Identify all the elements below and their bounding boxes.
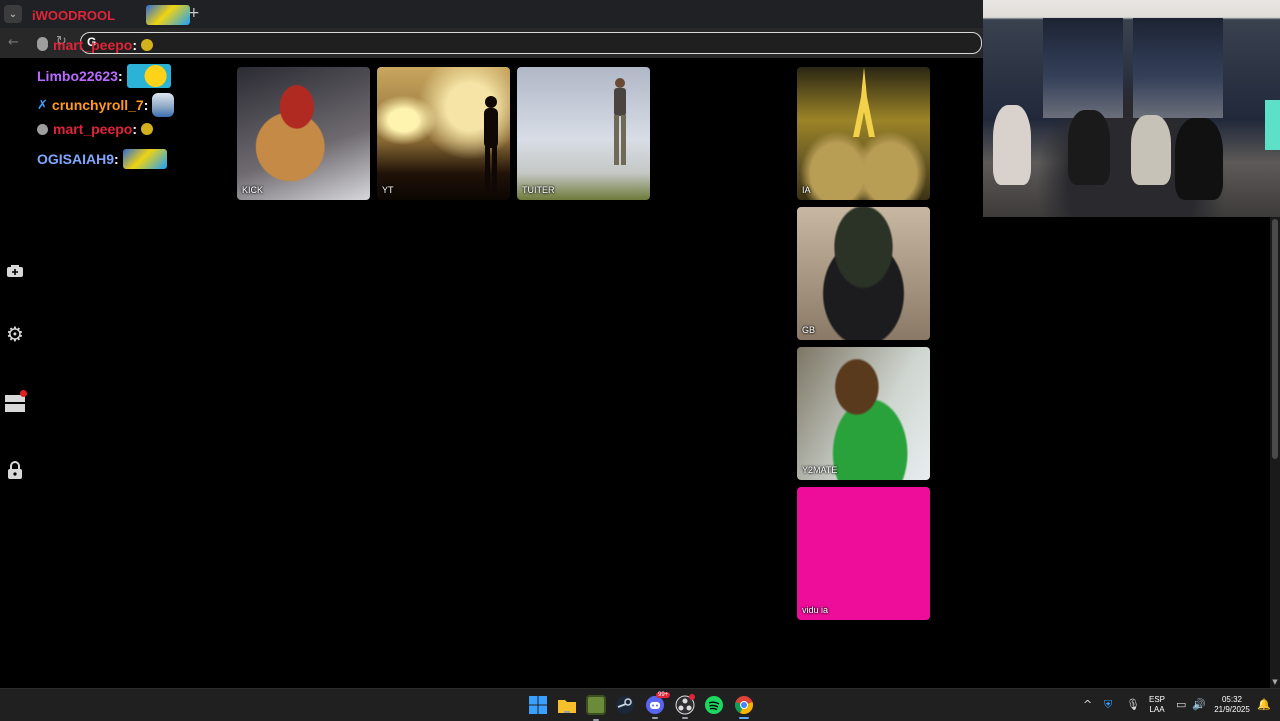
- app-running-indicator: [652, 717, 658, 719]
- chat-emote-icon: [141, 39, 154, 51]
- tab-title: iWOODROOL: [32, 8, 116, 23]
- keyboard-layout: LAA: [1149, 705, 1165, 714]
- chevron-up-icon[interactable]: ^: [1083, 698, 1092, 711]
- scrollbar-thumb[interactable]: [1272, 219, 1278, 459]
- minecraft-icon[interactable]: [586, 695, 606, 721]
- chat-username[interactable]: OGISAIAH9: [37, 151, 114, 167]
- chat-emote-icon: [122, 149, 167, 169]
- webcam-window-view: [1043, 18, 1123, 118]
- chat-username[interactable]: crunchyroll_7: [52, 97, 144, 113]
- app-running-indicator: [739, 717, 749, 719]
- webcam-monitor: [1265, 100, 1280, 150]
- user-badge-icon: [37, 39, 48, 51]
- webcam-person: [1131, 115, 1171, 185]
- user-badge-icon: [37, 123, 48, 135]
- address-bar[interactable]: G: [80, 32, 982, 54]
- chat-message: mart_peepo:: [37, 121, 154, 137]
- chat-emote-icon: [126, 64, 171, 88]
- chat-separator: :: [132, 37, 138, 53]
- microphone-icon[interactable]: 🎙: [1126, 698, 1140, 711]
- webcam-person: [1175, 118, 1223, 200]
- browser-tab-bar: ⌄ iWOODROOL +: [0, 0, 983, 28]
- chrome-icon[interactable]: [734, 695, 754, 719]
- tile-label: IA: [802, 185, 811, 195]
- clock-time: 05:32: [1221, 695, 1243, 704]
- windows-taskbar: 99+ ^ ⛨ 🎙 ESP LAA ▭ 🔊 05:32 21/9/2025 🔔: [0, 688, 1280, 721]
- tile-kick[interactable]: KICK: [237, 67, 370, 200]
- webcam-person: [993, 105, 1031, 185]
- obs-recording-dot: [689, 694, 695, 700]
- language-code: ESP: [1148, 695, 1165, 704]
- chat-separator: :: [114, 151, 119, 167]
- chat-username[interactable]: mart_peepo: [53, 121, 132, 137]
- webcam-person: [1068, 110, 1110, 185]
- chat-username[interactable]: Limbo22623: [37, 68, 118, 84]
- active-tab[interactable]: iWOODROOL: [28, 4, 190, 26]
- volume-icon[interactable]: 🔊: [1192, 698, 1206, 711]
- app-running-indicator: [682, 717, 688, 719]
- scroll-down-arrow-icon[interactable]: ▼: [1270, 678, 1280, 688]
- language-indicator[interactable]: ESP LAA: [1146, 695, 1168, 715]
- discord-notification-badge: 99+: [656, 692, 671, 698]
- chat-message: mart_peepo:: [37, 37, 154, 53]
- chat-emote-icon: [141, 123, 154, 135]
- tile-tuiter[interactable]: TUITER: [517, 67, 650, 200]
- chat-separator: :: [117, 68, 123, 84]
- gear-icon[interactable]: ⚙: [5, 322, 25, 346]
- tile-label: KICK: [242, 185, 264, 195]
- new-tab-button[interactable]: +: [188, 5, 200, 21]
- chat-separator: :: [143, 97, 149, 113]
- tile-label: TUITER: [522, 185, 555, 195]
- chat-emote-icon: [152, 93, 175, 117]
- security-shield-icon[interactable]: ⛨: [1104, 698, 1112, 712]
- tile-label: GB: [802, 325, 816, 335]
- tile-label: YT: [382, 185, 394, 195]
- tile-yt[interactable]: YT: [377, 67, 510, 200]
- app-running-indicator: [564, 711, 570, 713]
- chat-message: ✗ crunchyroll_7:: [37, 93, 175, 117]
- back-arrow-icon[interactable]: ←: [8, 35, 19, 50]
- obs-icon[interactable]: [675, 694, 695, 719]
- webcam-window-view: [1133, 18, 1223, 118]
- notification-bell-icon[interactable]: 🔔: [1257, 698, 1271, 711]
- spotify-icon[interactable]: [704, 695, 724, 715]
- tab-emote-icon: [146, 5, 190, 25]
- file-explorer-icon[interactable]: [557, 695, 577, 715]
- tile-label: vidu ia: [802, 605, 829, 615]
- layers-icon[interactable]: [5, 390, 27, 412]
- clock[interactable]: 05:32 21/9/2025: [1208, 695, 1256, 715]
- network-icon[interactable]: ▭: [1176, 698, 1186, 711]
- tab-search-button[interactable]: ⌄: [4, 5, 22, 23]
- sword-badge-icon: ✗: [37, 97, 48, 113]
- lock-icon[interactable]: [5, 460, 25, 480]
- tile-y2mate[interactable]: Y2MATE: [797, 347, 930, 480]
- webcam-feed: [983, 0, 1280, 217]
- chat-message: Limbo22623:: [37, 64, 171, 88]
- tile-ia[interactable]: IA: [797, 67, 930, 200]
- clock-date: 21/9/2025: [1214, 705, 1250, 714]
- discord-icon[interactable]: 99+: [645, 692, 671, 719]
- camera-icon[interactable]: [5, 261, 25, 281]
- steam-icon[interactable]: [615, 695, 635, 715]
- chat-message: OGISAIAH9:: [37, 149, 167, 169]
- notification-dot: [20, 390, 27, 397]
- tile-label: Y2MATE: [802, 465, 838, 475]
- windows-start-icon[interactable]: [528, 695, 548, 715]
- chat-username[interactable]: mart_peepo: [53, 37, 132, 53]
- page-scrollbar[interactable]: [1270, 217, 1280, 688]
- chat-separator: :: [132, 121, 138, 137]
- address-input[interactable]: [103, 34, 967, 53]
- tile-gb[interactable]: GB: [797, 207, 930, 340]
- tile-vidu-ia[interactable]: vidu ia: [797, 487, 930, 620]
